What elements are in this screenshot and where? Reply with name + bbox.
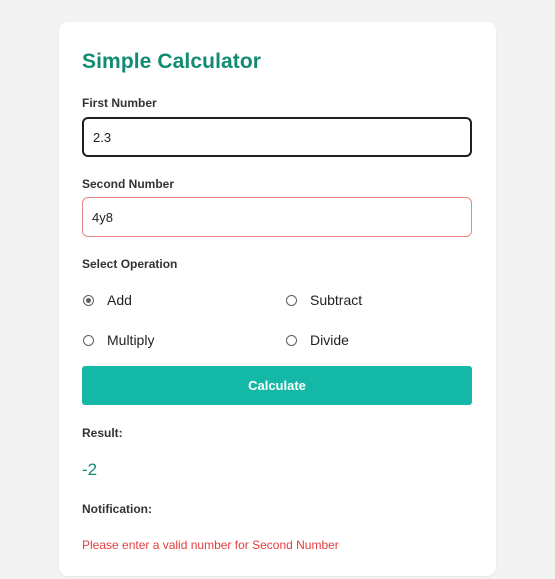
second-number-input[interactable] [82, 197, 472, 237]
subtract-label: Subtract [310, 292, 363, 308]
notification-message: Please enter a valid number for Second N… [82, 538, 339, 552]
multiply-label: Multiply [107, 332, 155, 348]
operation-subtract[interactable]: Subtract [286, 292, 362, 308]
operation-multiply[interactable]: Multiply [83, 332, 154, 348]
notification-label: Notification: [82, 502, 152, 516]
calculator-card: Simple Calculator First Number Second Nu… [59, 22, 496, 576]
operation-divide[interactable]: Divide [286, 332, 349, 348]
second-number-label: Second Number [82, 177, 175, 191]
result-value: -2 [82, 460, 98, 479]
calculate-button[interactable]: Calculate [82, 366, 472, 405]
first-number-label: First Number [82, 96, 157, 110]
first-number-input[interactable] [82, 117, 472, 157]
divide-label: Divide [310, 332, 349, 348]
divide-radio[interactable] [286, 334, 297, 346]
page-title: Simple Calculator [82, 50, 262, 73]
operation-label: Select Operation [82, 257, 178, 271]
multiply-radio[interactable] [83, 334, 94, 346]
subtract-radio[interactable] [286, 294, 297, 306]
add-label: Add [107, 292, 132, 308]
add-radio[interactable] [83, 294, 94, 306]
result-label: Result: [82, 426, 123, 440]
operation-add[interactable]: Add [83, 292, 132, 308]
